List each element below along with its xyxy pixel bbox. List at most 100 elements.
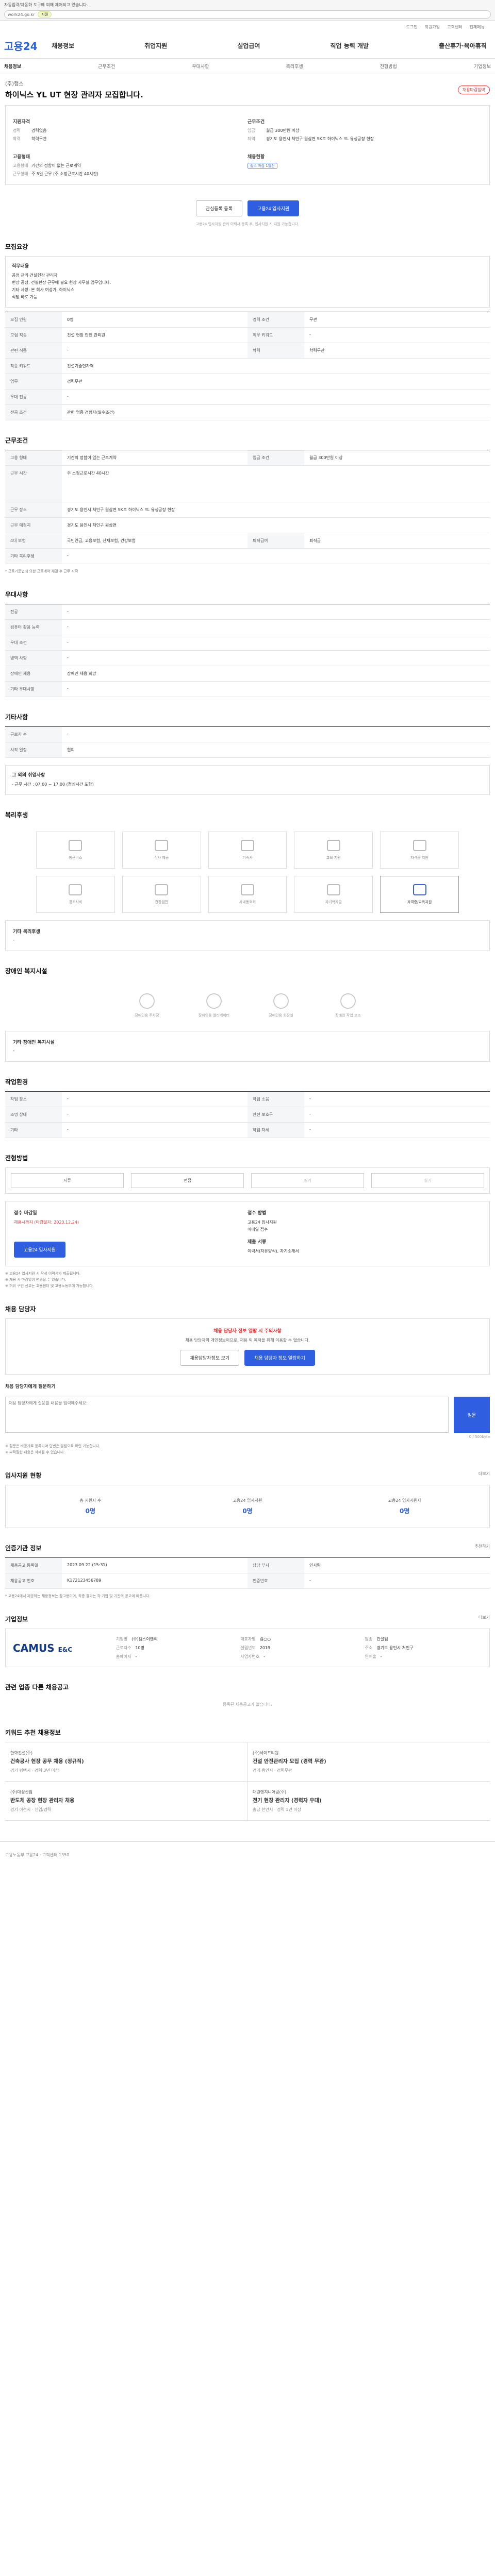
apply-info: 접수 마감일 채용시까지 (마감일자: 2023.12.24) 고용24 입사지… bbox=[5, 1201, 490, 1266]
company-field: 설립년도 2019 bbox=[240, 1646, 271, 1650]
util-signup[interactable]: 회원가입 bbox=[425, 24, 440, 30]
row-label: 기타 bbox=[5, 1123, 62, 1138]
info-table: 채용공고 등록일 2023.09.22 (15:31) 담당 부서 인사팀 채용공고 … bbox=[5, 1557, 490, 1589]
stat-value: 0명 bbox=[242, 1507, 253, 1515]
welfare-grid: 통근버스 식사 제공 기숙사 교육 지원 자격증 지원 경조사비 건강검진 사내… bbox=[5, 824, 490, 920]
util-login[interactable]: 로그인 bbox=[406, 24, 418, 30]
row-value: - bbox=[309, 1127, 311, 1132]
reco-card[interactable]: (주)대성산업 반도체 공장 현장 관리자 채용 경기 이천시 · 신입/경력 bbox=[5, 1782, 248, 1821]
welfare-item-active: 자격증/교육지원 bbox=[380, 876, 459, 913]
summary-label: 임금 bbox=[248, 128, 255, 133]
row-value: 국민연금, 고용보험, 산재보험, 건강보험 bbox=[67, 538, 136, 543]
row-label: 퇴직급여 bbox=[248, 533, 304, 548]
summary-value: 주 5일 근무 (주 소정근로시간 40시간) bbox=[31, 172, 98, 176]
tab-select[interactable]: 전형방법 bbox=[380, 63, 397, 70]
company-field: 주소 경기도 용인시 처인구 bbox=[365, 1646, 414, 1650]
stat-item: 총 지원자 수 0명 bbox=[16, 1498, 165, 1515]
row-value: 경력무관 bbox=[67, 379, 82, 384]
row-label: 모집 직종 bbox=[5, 328, 62, 343]
url-text: work24.go.kr bbox=[8, 12, 35, 17]
education-icon bbox=[326, 840, 340, 851]
row-value: 인사팀 bbox=[309, 1563, 321, 1568]
manager-warning: 채용 담당자 정보 열람 시 주의사항 bbox=[213, 1329, 282, 1334]
welfare-item: 교육 지원 bbox=[294, 832, 373, 869]
disabled-etc: 기타 장애인 복지시설 - bbox=[5, 1031, 490, 1062]
apply-button[interactable]: 고용24 입사지원 bbox=[247, 200, 300, 216]
tab-work[interactable]: 근무조건 bbox=[98, 63, 115, 70]
section-title: 우대사항 bbox=[5, 591, 28, 598]
reco-card[interactable]: 한화건설(주) 건축공사 현장 공무 채용 (정규직) 경기 평택시 · 경력 3년… bbox=[5, 1742, 248, 1782]
row-label: 작업 장소 bbox=[5, 1092, 62, 1107]
section-info: 인증기관 정보 추천하기 채용공고 등록일 2023.09.22 (15:31) 담당… bbox=[5, 1544, 490, 1599]
section-welfare: 복리후생 통근버스 식사 제공 기숙사 교육 지원 자격증 지원 경조사비 건강… bbox=[5, 810, 490, 951]
health-icon bbox=[155, 884, 169, 895]
row-value: - bbox=[67, 686, 69, 691]
util-allmenu[interactable]: 전체메뉴 bbox=[470, 24, 485, 30]
apply-button-2[interactable]: 고용24 입사지원 bbox=[14, 1242, 66, 1258]
summary-qual-head: 지원자격 bbox=[13, 120, 30, 125]
reco-card[interactable]: (주)세이프티원 건설 안전관리자 모집 (경력 무관) 경기 용인시 · 경력무관 bbox=[248, 1742, 490, 1782]
row-value: 협의 bbox=[67, 748, 75, 752]
stat-more-link[interactable]: 더보기 bbox=[478, 1471, 490, 1477]
row-value: 주 소정근로시간 40시간 bbox=[67, 471, 109, 476]
manager-warning-desc: 채용 담당자의 개인정보이므로, 채용 외 목적을 위해 이용할 수 없습니다. bbox=[185, 1338, 310, 1343]
step-written: 필기 bbox=[251, 1173, 364, 1188]
gnb-jobs[interactable]: 채용정보 bbox=[52, 41, 74, 50]
gnb-training[interactable]: 직업 능력 개발 bbox=[330, 41, 369, 50]
row-value: - bbox=[67, 624, 69, 629]
util-bar: 로그인 회원가입 고객센터 전체메뉴 bbox=[0, 21, 495, 33]
dorm-icon bbox=[240, 840, 254, 851]
gnb-employment[interactable]: 취업지원 bbox=[144, 41, 167, 50]
bus-icon bbox=[69, 840, 82, 851]
job-header: (주)캠스 하이닉스 YL UT 현장 관리자 모집합니다. 채용마감임박 bbox=[5, 79, 490, 100]
section-workenv: 작업환경 작업 장소 - 작업 소음 - 조명 상태 - 안전 보호구 - 기타 - 작업 자세… bbox=[5, 1077, 490, 1138]
gnb-unemployment[interactable]: 실업급여 bbox=[237, 41, 260, 50]
stat-box: 총 지원자 수 0명 고용24 입사지원 0명 고용24 입사지원자 0명 bbox=[5, 1485, 490, 1528]
apply-method: 고용24 입사지원 bbox=[248, 1220, 277, 1225]
welfare-etc: 기타 복리후생 - bbox=[5, 920, 490, 951]
welfare-etc-title: 기타 복리후생 bbox=[13, 929, 40, 935]
note-line: ※ 허위 구인 신고는 고용센터 및 고용노동부에 가능합니다. bbox=[5, 1284, 94, 1288]
row-label: 조명 상태 bbox=[5, 1107, 62, 1122]
company-field: 연매출 - bbox=[365, 1654, 382, 1659]
util-help[interactable]: 고객센터 bbox=[447, 24, 462, 30]
tab-company[interactable]: 기업정보 bbox=[474, 63, 491, 70]
section-similar: 관련 업종 다른 채용공고 등록된 채용공고가 없습니다. bbox=[5, 1683, 490, 1713]
apply-note: 고용24 입사지원 관리 이력서 등록 후, 입사지원 시 지원 가능합니다. bbox=[195, 222, 300, 226]
tab-welfare[interactable]: 복리후생 bbox=[286, 63, 303, 70]
stat-value: 0명 bbox=[85, 1507, 96, 1515]
row-value: - bbox=[309, 1578, 311, 1583]
recommend-button[interactable]: 추천하기 bbox=[475, 1544, 490, 1549]
certificate-icon bbox=[412, 884, 426, 895]
scrap-button[interactable]: 관심등록 등록 bbox=[195, 200, 242, 216]
note-line: ※ 고용24 입사지원 시 작성 이력서가 제출됩니다. bbox=[5, 1272, 81, 1276]
step-interview: 면접 bbox=[131, 1173, 244, 1188]
welfare-label: 식사 제공 bbox=[154, 856, 169, 860]
gnb-leave[interactable]: 출산휴가·육아휴직 bbox=[439, 41, 487, 50]
note-line: ※ 질문은 비공개로 등록되며 답변은 알림으로 확인 가능합니다. bbox=[5, 1444, 101, 1448]
site-logo[interactable]: 고용24 bbox=[4, 38, 52, 53]
section-title: 근무조건 bbox=[5, 437, 28, 444]
section-manager: 채용 담당자 채용 담당자 정보 열람 시 주의사항 채용 담당자의 개인정보이… bbox=[5, 1304, 490, 1455]
stat-value: 0명 bbox=[399, 1507, 410, 1515]
facility-item: 장애인용 화장실 bbox=[258, 988, 304, 1024]
question-submit-button[interactable]: 질문 bbox=[454, 1397, 490, 1433]
section-stat: 입사지원 현황 더보기 총 지원자 수 0명 고용24 입사지원 0명 고용24 입사… bbox=[5, 1471, 490, 1528]
tab-pref[interactable]: 우대사항 bbox=[192, 63, 209, 70]
summary-cond-head: 근무조건 bbox=[248, 120, 265, 125]
company-more-link[interactable]: 더보기 bbox=[478, 1615, 490, 1620]
company-logo-text: CAMUS bbox=[13, 1641, 55, 1654]
manager-notes: ※ 질문은 비공개로 등록되며 답변은 알림으로 확인 가능합니다. ※ 부적절… bbox=[5, 1443, 490, 1455]
disabled-etc-value: - bbox=[13, 1048, 15, 1054]
address-bar[interactable]: work24.go.kr 지원 bbox=[4, 10, 491, 19]
tab-recruit[interactable]: 채용정보 bbox=[4, 63, 21, 70]
reco-card[interactable]: 대원엔지니어링(주) 전기 현장 관리자 (경력자 우대) 충남 천안시 · 경력 … bbox=[248, 1782, 490, 1821]
row-label: 근무 장소 bbox=[5, 502, 62, 517]
open-manager-button[interactable]: 채용 담당자 정보 열람하기 bbox=[244, 1350, 315, 1366]
browser-chrome: 자동입력/자동화 도구에 의해 제어되고 있습니다. work24.go.kr … bbox=[0, 0, 495, 21]
row-label: 근로자 수 bbox=[5, 727, 62, 742]
row-value: - bbox=[309, 332, 311, 337]
row-value: - bbox=[67, 655, 69, 660]
view-manager-button[interactable]: 채용담당자정보 보기 bbox=[180, 1350, 240, 1366]
question-input[interactable] bbox=[5, 1397, 449, 1433]
